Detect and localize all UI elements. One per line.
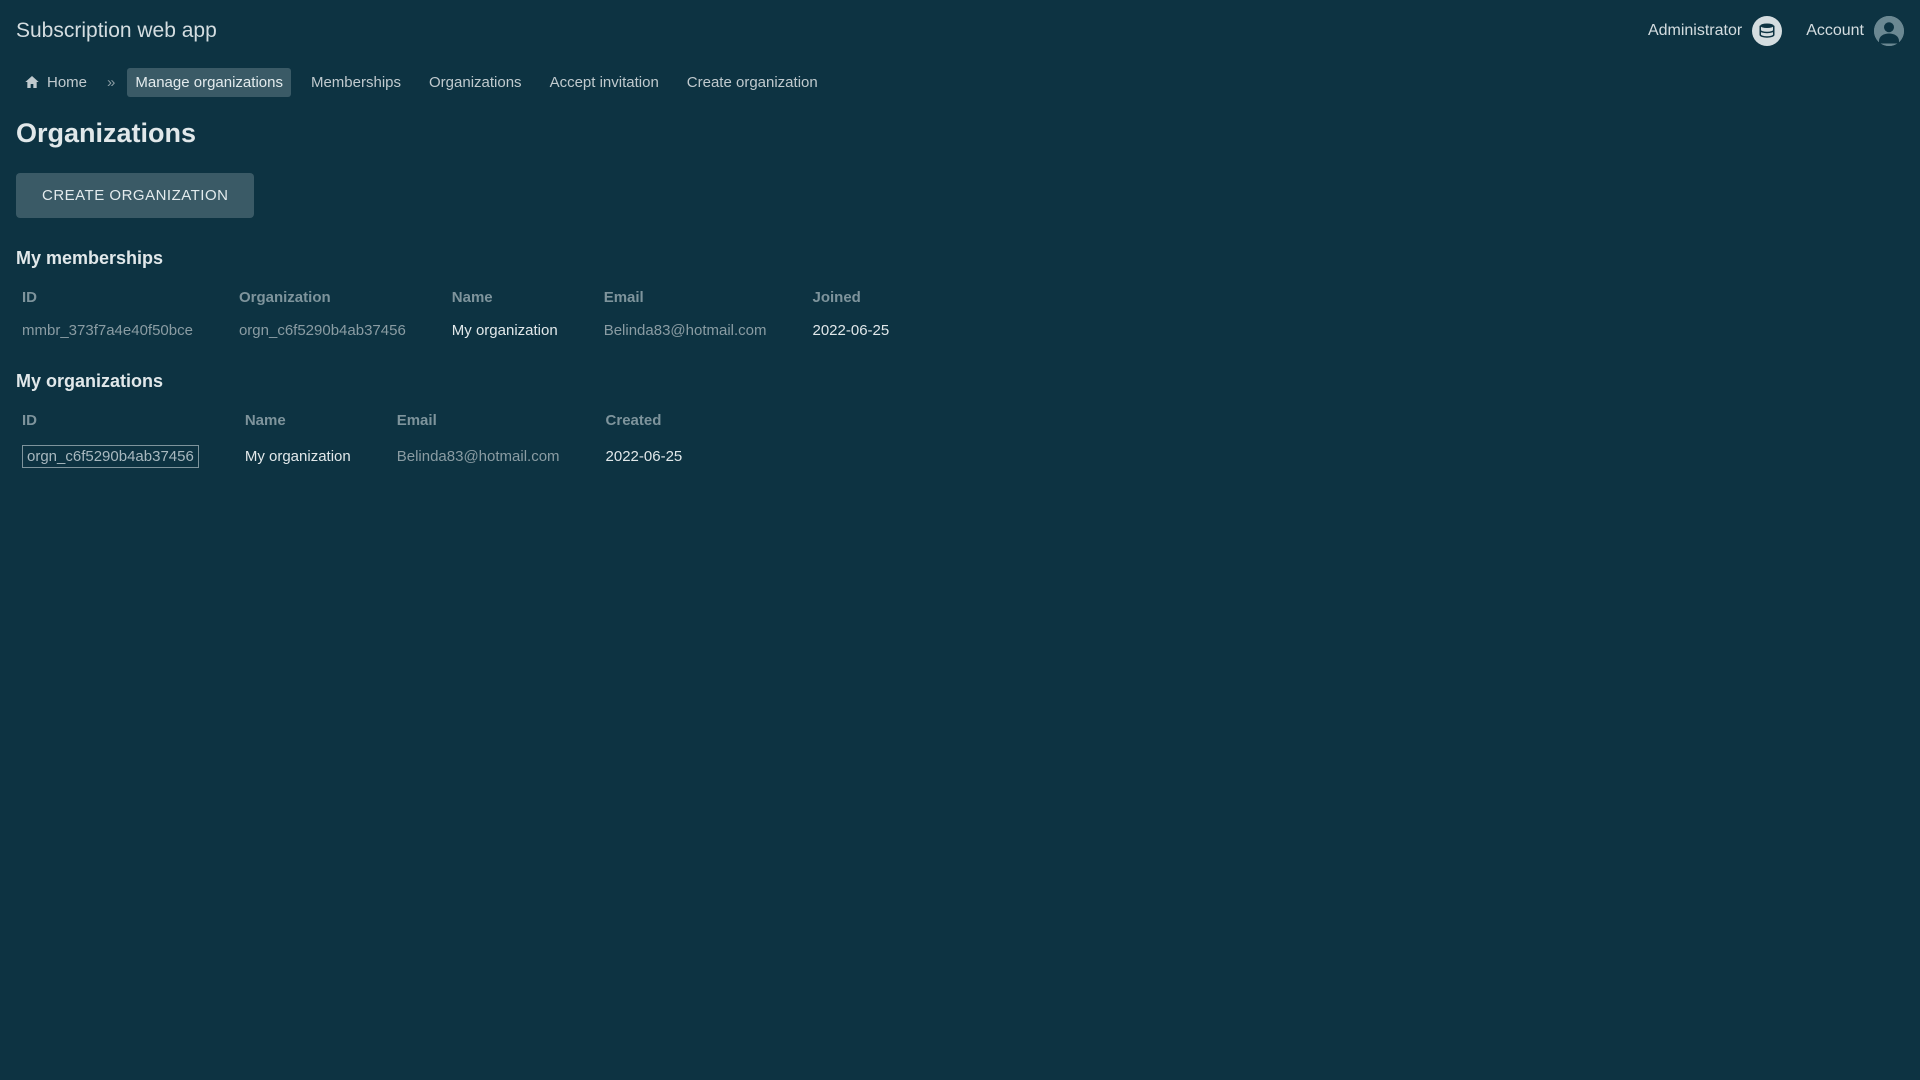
cell-organization: orgn_c6f5290b4ab37456 xyxy=(233,314,446,347)
table-row: mmbr_373f7a4e40f50bce orgn_c6f5290b4ab37… xyxy=(16,314,929,347)
database-icon xyxy=(1752,16,1782,46)
nav-item-label: Organizations xyxy=(429,74,522,91)
nav-item-label: Memberships xyxy=(311,74,401,91)
cell-email: Belinda83@hotmail.com xyxy=(391,437,600,476)
nav-separator: » xyxy=(107,74,115,91)
cell-id: orgn_c6f5290b4ab37456 xyxy=(16,437,239,476)
account-link[interactable]: Account xyxy=(1806,16,1904,46)
memberships-table: ID Organization Name Email Joined mmbr_3… xyxy=(16,281,929,347)
col-id: ID xyxy=(16,404,239,437)
col-email: Email xyxy=(391,404,600,437)
content: Organizations CREATE ORGANIZATION My mem… xyxy=(0,102,1920,516)
home-icon xyxy=(24,74,40,90)
nav-home-label: Home xyxy=(47,74,87,91)
col-email: Email xyxy=(598,281,807,314)
app-title: Subscription web app xyxy=(16,19,217,43)
cell-name: My organization xyxy=(239,437,391,476)
nav-item-label: Create organization xyxy=(687,74,818,91)
col-created: Created xyxy=(600,404,723,437)
nav-item-label: Manage organizations xyxy=(135,74,283,91)
account-label: Account xyxy=(1806,22,1864,40)
nav-item-label: Accept invitation xyxy=(550,74,659,91)
nav-item-memberships[interactable]: Memberships xyxy=(303,68,409,97)
table-header-row: ID Name Email Created xyxy=(16,404,722,437)
page-title: Organizations xyxy=(16,118,1904,149)
col-name: Name xyxy=(239,404,391,437)
col-id: ID xyxy=(16,281,233,314)
header: Subscription web app Administrator Accou… xyxy=(0,0,1920,62)
cell-id: mmbr_373f7a4e40f50bce xyxy=(16,314,233,347)
table-row: orgn_c6f5290b4ab37456 My organization Be… xyxy=(16,437,722,476)
cell-joined: 2022-06-25 xyxy=(807,314,930,347)
create-organization-button[interactable]: CREATE ORGANIZATION xyxy=(16,173,254,218)
col-joined: Joined xyxy=(807,281,930,314)
account-icon xyxy=(1874,16,1904,46)
cell-name: My organization xyxy=(446,314,598,347)
nav-item-accept-invitation[interactable]: Accept invitation xyxy=(542,68,667,97)
nav-item-manage-organizations[interactable]: Manage organizations xyxy=(127,68,291,97)
nav-home[interactable]: Home xyxy=(16,68,95,97)
organizations-table: ID Name Email Created orgn_c6f5290b4ab37… xyxy=(16,404,722,476)
administrator-link[interactable]: Administrator xyxy=(1648,16,1782,46)
nav-item-create-organization[interactable]: Create organization xyxy=(679,68,826,97)
organizations-section-title: My organizations xyxy=(16,371,1904,392)
cell-email: Belinda83@hotmail.com xyxy=(598,314,807,347)
breadcrumb-nav: Home » Manage organizations Memberships … xyxy=(0,62,1920,102)
organization-id-link[interactable]: orgn_c6f5290b4ab37456 xyxy=(22,445,199,468)
col-organization: Organization xyxy=(233,281,446,314)
memberships-section-title: My memberships xyxy=(16,248,1904,269)
table-header-row: ID Organization Name Email Joined xyxy=(16,281,929,314)
col-name: Name xyxy=(446,281,598,314)
nav-item-organizations[interactable]: Organizations xyxy=(421,68,530,97)
cell-created: 2022-06-25 xyxy=(600,437,723,476)
administrator-label: Administrator xyxy=(1648,22,1742,40)
header-right: Administrator Account xyxy=(1648,16,1904,46)
